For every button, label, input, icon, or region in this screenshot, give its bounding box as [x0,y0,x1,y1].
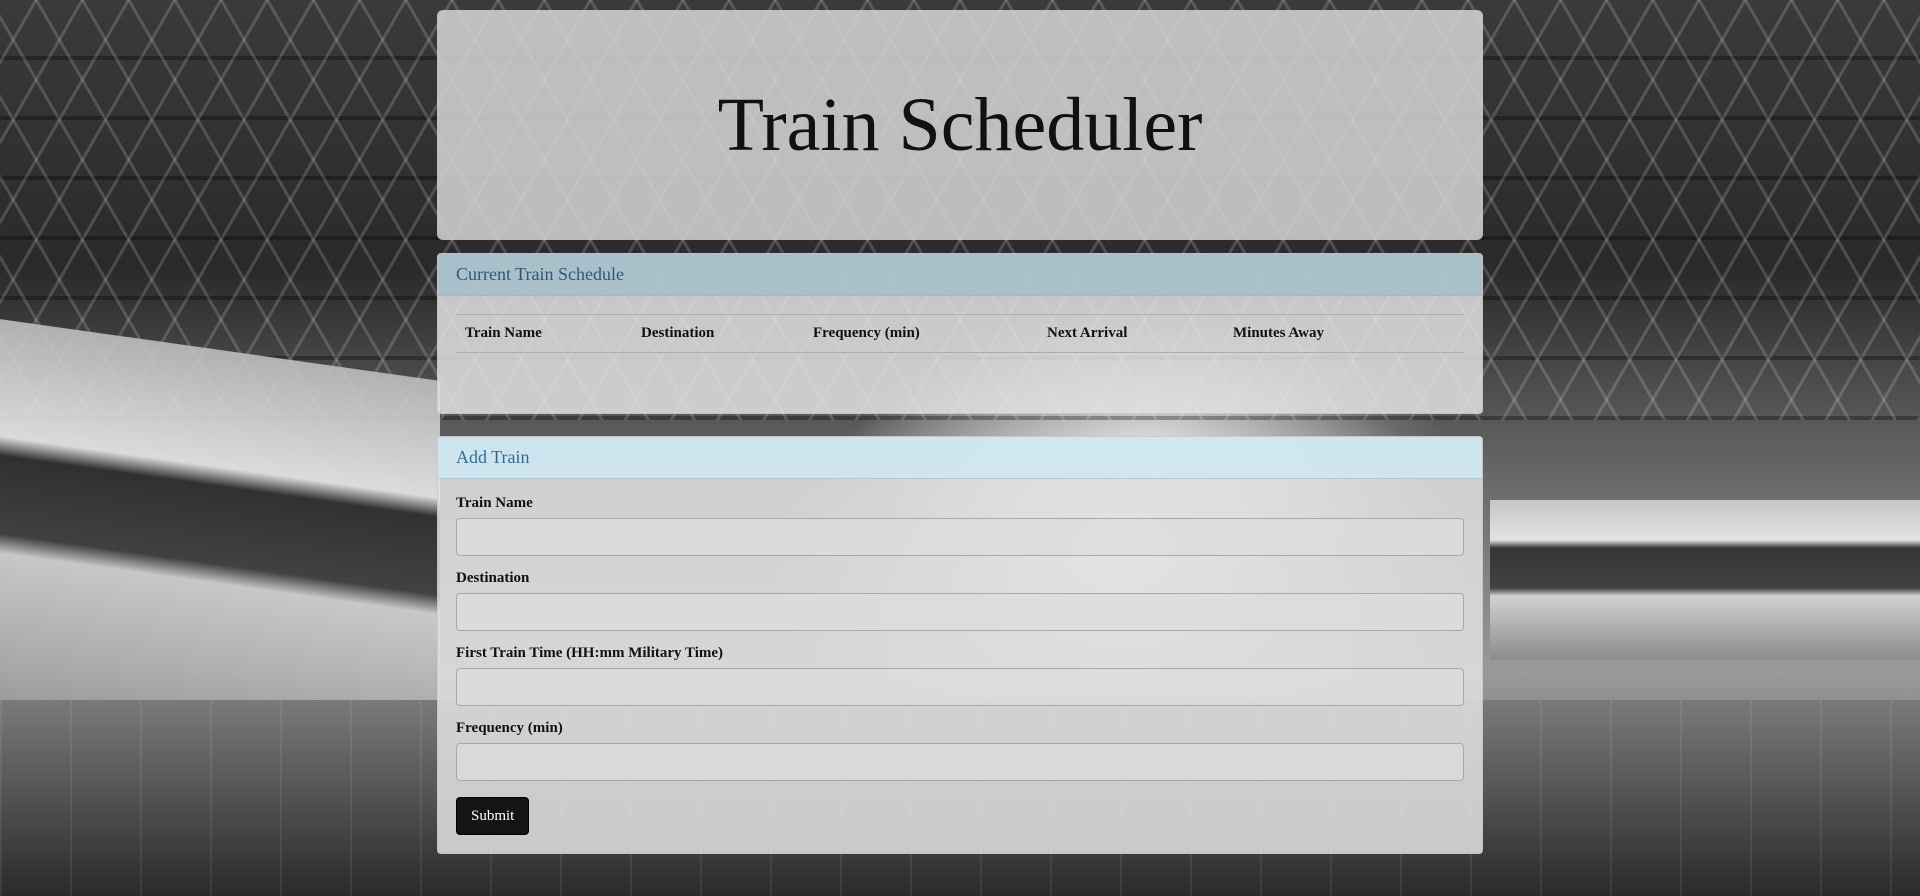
destination-group: Destination [456,570,1464,631]
schedule-table: Train Name Destination Frequency (min) N… [456,314,1464,353]
frequency-group: Frequency (min) [456,720,1464,781]
column-header-destination: Destination [632,314,804,353]
frequency-input[interactable] [456,743,1464,781]
schedule-panel-heading: Current Train Schedule [438,254,1482,296]
schedule-header-row: Train Name Destination Frequency (min) N… [456,314,1464,353]
destination-label: Destination [456,570,530,586]
page-title: Train Scheduler [717,82,1203,167]
destination-input[interactable] [456,593,1464,631]
background-train-right [1490,500,1920,660]
column-header-frequency: Frequency (min) [804,314,1038,353]
add-train-panel-heading: Add Train [438,437,1482,479]
train-name-label: Train Name [456,495,533,511]
first-train-time-label: First Train Time (HH:mm Military Time) [456,645,724,661]
first-train-time-input[interactable] [456,668,1464,706]
header-jumbotron: Train Scheduler [437,10,1483,240]
train-name-group: Train Name [456,495,1464,556]
add-train-panel: Add Train Train Name Destination First T… [437,436,1483,854]
train-name-input[interactable] [456,518,1464,556]
first-train-time-group: First Train Time (HH:mm Military Time) [456,645,1464,706]
main-container: Train Scheduler Current Train Schedule T… [437,10,1483,854]
add-train-form: Train Name Destination First Train Time … [438,479,1482,853]
schedule-panel: Current Train Schedule Train Name Destin… [437,253,1483,414]
column-header-minutes-away: Minutes Away [1224,314,1464,353]
submit-button[interactable]: Submit [456,797,530,835]
column-header-train-name: Train Name [456,314,632,353]
frequency-label: Frequency (min) [456,720,563,736]
column-header-next-arrival: Next Arrival [1038,314,1224,353]
schedule-panel-body: Train Name Destination Frequency (min) N… [438,296,1482,413]
